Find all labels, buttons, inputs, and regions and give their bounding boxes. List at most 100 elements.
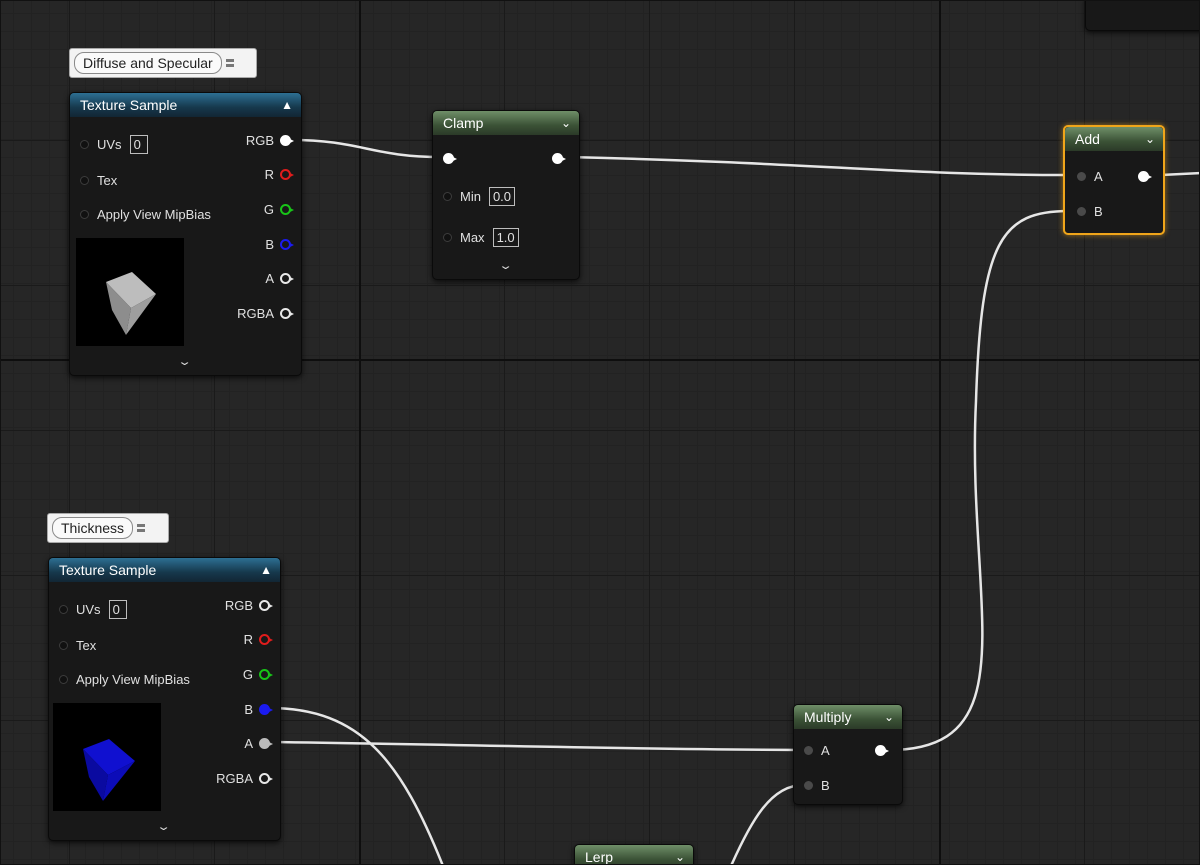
pin-label: A (244, 736, 253, 751)
node-header[interactable]: Multiply ⌄ (794, 705, 902, 729)
wire-clamp-to-add-a (567, 155, 1070, 177)
input-pin-mipbias[interactable]: Apply View MipBias (80, 207, 211, 222)
multiply-output-pin-icon[interactable] (875, 745, 889, 756)
node-header[interactable]: Add ⌄ (1065, 127, 1163, 151)
texture-sample-node-top[interactable]: Texture Sample ▲ UVs 0 Tex Apply View Mi… (69, 92, 302, 376)
pin-label: RGBA (216, 771, 253, 786)
input-pin-uvs[interactable]: UVs 0 (59, 600, 127, 619)
chevron-up-icon[interactable]: ▲ (260, 558, 272, 582)
chevron-down-icon[interactable]: ⌄ (675, 845, 685, 864)
pin-socket-icon[interactable] (259, 669, 273, 680)
pin-label: A (821, 743, 830, 758)
input-pin-max[interactable]: Max 1.0 (443, 228, 519, 247)
output-pin-g[interactable]: G (243, 667, 273, 682)
offscreen-node[interactable] (1085, 1, 1199, 31)
texture-preview (53, 703, 161, 811)
chevron-up-icon[interactable]: ▲ (281, 93, 293, 117)
chevron-down-icon[interactable]: ⌄ (561, 111, 571, 135)
pin-socket-icon[interactable] (259, 634, 273, 645)
output-pin-rgba[interactable]: RGBA (237, 306, 294, 321)
pin-label: A (1094, 169, 1103, 184)
clamp-input-pin-icon[interactable] (443, 153, 457, 164)
input-pin-mipbias[interactable]: Apply View MipBias (59, 672, 190, 687)
output-pin-a[interactable]: A (265, 271, 294, 286)
output-pin-b[interactable]: B (244, 702, 273, 717)
pin-socket-icon[interactable] (80, 140, 89, 149)
pin-socket-icon[interactable] (443, 233, 452, 242)
pin-socket-icon[interactable] (259, 600, 273, 611)
pin-socket-icon[interactable] (1077, 172, 1086, 181)
chevron-down-icon[interactable]: ⌄ (884, 705, 894, 729)
node-title: Multiply (804, 709, 852, 725)
max-value-field[interactable]: 1.0 (492, 228, 519, 247)
pin-label: Apply View MipBias (76, 672, 190, 687)
node-title: Lerp (585, 849, 614, 865)
lerp-node[interactable]: Lerp ⌄ (574, 844, 694, 865)
texture-preview (76, 238, 184, 346)
uvs-value-field[interactable]: 0 (108, 600, 127, 619)
comment-thickness[interactable]: Thickness (47, 513, 169, 543)
output-pin-r[interactable]: R (243, 632, 273, 647)
min-value-field[interactable]: 0.0 (488, 187, 516, 206)
pin-socket-icon[interactable] (280, 239, 294, 250)
input-pin-b[interactable]: B (1077, 204, 1103, 219)
multiply-node[interactable]: Multiply ⌄ A B (793, 704, 903, 805)
texture-sample-node-bottom[interactable]: Texture Sample ▲ UVs 0 Tex Apply View Mi… (48, 557, 281, 841)
pin-socket-icon[interactable] (280, 169, 294, 180)
output-pin-rgba[interactable]: RGBA (216, 771, 273, 786)
pin-socket-icon[interactable] (280, 204, 294, 215)
pin-socket-icon[interactable] (59, 675, 68, 684)
output-pin-r[interactable]: R (265, 167, 294, 182)
graph-canvas[interactable]: Diffuse and Specular Texture Sample ▲ UV… (0, 0, 1200, 865)
output-pin-rgb[interactable]: RGB (224, 598, 273, 613)
blue-cube-preview-icon (83, 739, 135, 801)
pin-socket-icon[interactable] (80, 210, 89, 219)
pin-socket-icon[interactable] (280, 308, 294, 319)
uvs-value-field[interactable]: 0 (129, 135, 148, 154)
input-pin-min[interactable]: Min 0.0 (443, 187, 516, 206)
pin-socket-icon[interactable] (59, 605, 68, 614)
node-title: Texture Sample (80, 97, 178, 113)
chevron-down-icon[interactable]: ⌄ (156, 820, 171, 833)
pin-socket-icon[interactable] (259, 773, 273, 784)
chevron-down-icon[interactable]: ⌄ (177, 355, 192, 368)
pin-label: B (244, 702, 253, 717)
add-node[interactable]: Add ⌄ A B (1063, 125, 1165, 235)
pin-label: RGB (245, 133, 274, 148)
pin-socket-icon[interactable] (280, 135, 294, 146)
pin-label: RGB (224, 598, 253, 613)
clamp-output-pin-icon[interactable] (552, 153, 566, 164)
input-pin-uvs[interactable]: UVs 0 (80, 135, 148, 154)
output-pin-rgb[interactable]: RGB (245, 133, 294, 148)
add-output-pin-icon[interactable] (1138, 171, 1152, 182)
comment-toggle-icon[interactable] (137, 524, 146, 532)
pin-socket-icon[interactable] (80, 176, 89, 185)
node-header[interactable]: Clamp ⌄ (433, 111, 579, 135)
input-pin-a[interactable]: A (1077, 169, 1103, 184)
comment-diffuse-specular[interactable]: Diffuse and Specular (69, 48, 257, 78)
output-pin-g[interactable]: G (264, 202, 294, 217)
output-pin-a[interactable]: A (244, 736, 273, 751)
pin-socket-icon[interactable] (280, 273, 294, 284)
pin-label: Apply View MipBias (97, 207, 211, 222)
input-pin-a[interactable]: A (804, 743, 830, 758)
pin-socket-icon[interactable] (59, 641, 68, 650)
pin-socket-icon[interactable] (259, 704, 273, 715)
node-header[interactable]: Texture Sample ▲ (49, 558, 280, 582)
pin-label: R (243, 632, 253, 647)
pin-socket-icon[interactable] (804, 746, 813, 755)
pin-socket-icon[interactable] (259, 738, 273, 749)
input-pin-b[interactable]: B (804, 778, 830, 793)
input-pin-tex[interactable]: Tex (59, 638, 96, 653)
comment-toggle-icon[interactable] (225, 59, 234, 67)
chevron-down-icon[interactable]: ⌄ (1145, 127, 1155, 151)
pin-socket-icon[interactable] (804, 781, 813, 790)
output-pin-b[interactable]: B (265, 237, 294, 252)
input-pin-tex[interactable]: Tex (80, 173, 117, 188)
pin-socket-icon[interactable] (1077, 207, 1086, 216)
clamp-node[interactable]: Clamp ⌄ Min 0.0 Max 1.0 ⌄ (432, 110, 580, 280)
node-header[interactable]: Texture Sample ▲ (70, 93, 301, 117)
pin-socket-icon[interactable] (443, 192, 452, 201)
chevron-down-icon[interactable]: ⌄ (498, 259, 513, 272)
node-header[interactable]: Lerp ⌄ (575, 845, 693, 865)
